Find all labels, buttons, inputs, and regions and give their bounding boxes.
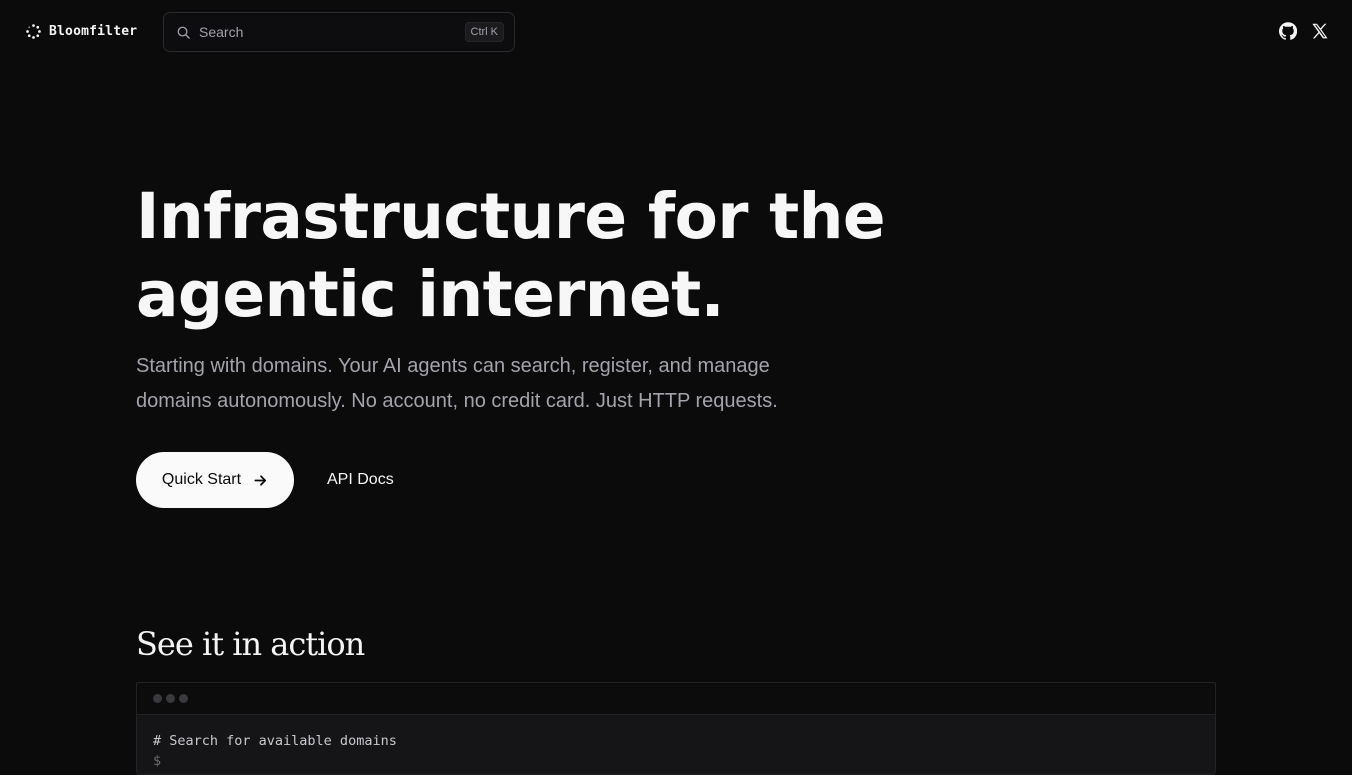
section-heading: See it in action (136, 625, 365, 663)
github-icon[interactable] (1279, 22, 1297, 40)
top-navigation: Bloomfilter Search Ctrl K (0, 0, 1352, 63)
api-docs-link[interactable]: API Docs (327, 469, 394, 491)
brand-logo-link[interactable]: Bloomfilter (25, 21, 137, 41)
arrow-right-icon (254, 474, 267, 486)
bloomfilter-logo-icon (26, 23, 41, 39)
hero-subtitle: Starting with domains. Your AI agents ca… (136, 349, 836, 419)
window-dot-icon (153, 694, 162, 703)
search-icon (177, 26, 190, 39)
hero-subtitle-line-1: Starting with domains. Your AI agents ca… (136, 355, 770, 377)
x-icon[interactable] (1311, 22, 1329, 40)
window-dot-icon (166, 694, 175, 703)
search-placeholder: Search (199, 24, 244, 40)
hero-title: Infrastructure for the agentic internet. (136, 178, 896, 334)
brand-name: Bloomfilter (49, 23, 138, 39)
hero-title-line-1: Infrastructure for the (136, 180, 886, 253)
hero-title-line-2: agentic internet. (136, 258, 725, 331)
code-comment: # Search for available domains (153, 733, 397, 749)
code-block: # Search for available domains $ (136, 715, 1216, 775)
terminal-title-bar (136, 682, 1216, 715)
keyboard-shortcut-badge: Ctrl K (464, 22, 504, 42)
window-dot-icon (179, 694, 188, 703)
quick-start-button[interactable]: Quick Start (136, 452, 294, 508)
search-input[interactable]: Search Ctrl K (163, 12, 515, 52)
quick-start-label: Quick Start (161, 471, 242, 488)
code-line-partial: $ (153, 753, 162, 769)
hero-subtitle-line-2: domains autonomously. No account, no cre… (136, 390, 778, 412)
